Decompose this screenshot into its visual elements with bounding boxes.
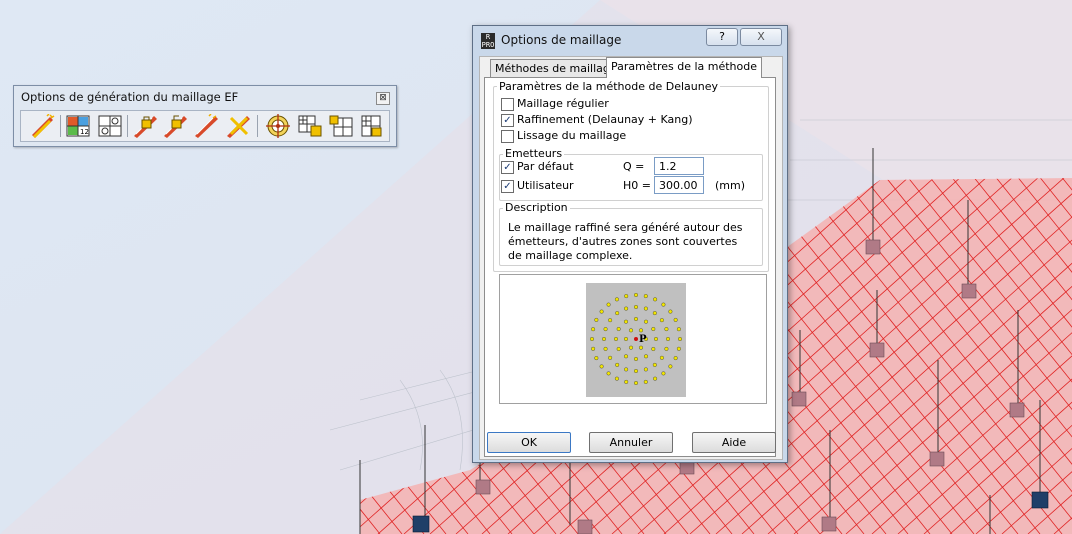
lissage-label: Lissage du maillage xyxy=(517,129,627,142)
point-p-label: P xyxy=(639,334,647,345)
raffinement-label: Raffinement (Delaunay + Kang) xyxy=(517,113,693,126)
mesh-refine-2-icon[interactable] xyxy=(328,114,354,138)
description-text: Le maillage raffiné sera généré autour d… xyxy=(508,221,743,262)
h0-input[interactable] xyxy=(654,176,704,194)
svg-text:12: 12 xyxy=(80,128,89,136)
mesh-generation-toolbar[interactable]: Options de génération du maillage EF ⊠ 1… xyxy=(13,85,397,147)
tab-methodes[interactable]: Méthodes de maillage xyxy=(490,59,622,77)
mesh-options-dialog[interactable]: R PRO Options de maillage ? X Méthodes d… xyxy=(472,25,788,463)
mesh-lock-icon[interactable] xyxy=(132,114,158,138)
q-label: Q = xyxy=(623,160,645,173)
emitter-preview-image: P xyxy=(586,283,686,397)
raffinement-checkbox[interactable]: ✓ xyxy=(501,114,514,127)
preview-frame: P xyxy=(499,274,767,404)
delauney-group-title: Paramètres de la méthode de Delauney xyxy=(497,80,721,93)
toolbar-title: Options de génération du maillage EF xyxy=(21,90,239,104)
toolbar-close-button[interactable]: ⊠ xyxy=(376,92,390,105)
maillage-regulier-checkbox[interactable] xyxy=(501,98,514,111)
mesh-target-icon[interactable] xyxy=(265,114,291,138)
par-defaut-label: Par défaut xyxy=(517,160,574,173)
h0-label: H0 = xyxy=(623,179,651,192)
description-group-title: Description xyxy=(503,201,570,214)
close-button[interactable]: X xyxy=(740,28,782,46)
toolbar-button-strip: 12 xyxy=(20,110,390,142)
app-logo-icon: R PRO xyxy=(481,33,495,49)
mesh-lock-open-icon[interactable] xyxy=(162,114,188,138)
mesh-grid-numbered-icon[interactable]: 12 xyxy=(65,114,91,138)
h0-unit: (mm) xyxy=(715,179,746,192)
mesh-refine-3-icon[interactable] xyxy=(358,114,384,138)
mesh-nodes-icon[interactable] xyxy=(97,114,123,138)
help-button[interactable]: ? xyxy=(706,28,738,46)
mesh-wand-2-icon[interactable] xyxy=(193,113,219,138)
tab-panel-parametres: Paramètres de la méthode de Delauney Mai… xyxy=(484,77,776,457)
q-input[interactable] xyxy=(654,157,704,175)
par-defaut-checkbox[interactable]: ✓ xyxy=(501,161,514,174)
dialog-client-area: Méthodes de maillage Paramètres de la mé… xyxy=(479,56,783,460)
utilisateur-checkbox[interactable]: ✓ xyxy=(501,180,514,193)
emitters-group-title: Emetteurs xyxy=(503,147,565,160)
ok-button[interactable]: OK xyxy=(487,432,571,453)
mesh-wand-icon[interactable] xyxy=(29,113,55,138)
help-text-button[interactable]: Aide xyxy=(692,432,776,453)
dialog-title: Options de maillage xyxy=(501,33,622,47)
mesh-refine-icon[interactable] xyxy=(297,114,323,138)
utilisateur-label: Utilisateur xyxy=(517,179,574,192)
maillage-regulier-label: Maillage régulier xyxy=(517,97,609,110)
tab-parametres[interactable]: Paramètres de la méthode xyxy=(606,57,763,78)
cancel-button[interactable]: Annuler xyxy=(589,432,673,453)
mesh-delete-icon[interactable] xyxy=(225,114,251,138)
lissage-checkbox[interactable] xyxy=(501,130,514,143)
description-group: Le maillage raffiné sera généré autour d… xyxy=(499,208,763,266)
